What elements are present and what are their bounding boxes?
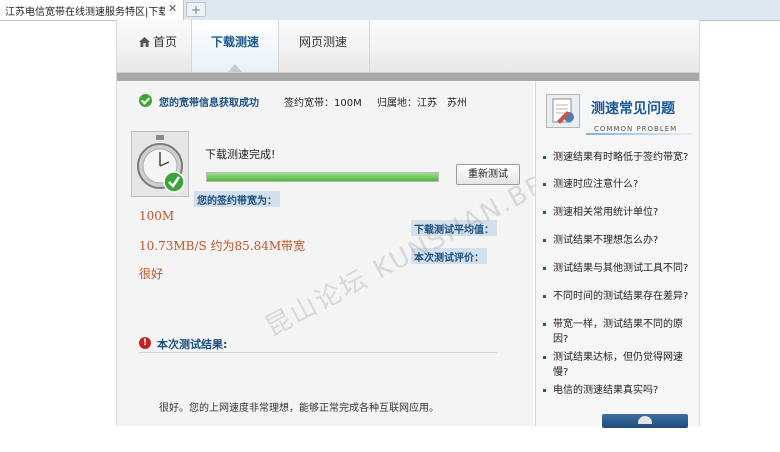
browser-tab-title: 江苏电信宽带在线测速服务特区|下载 <box>5 7 165 18</box>
close-icon[interactable]: ✕ <box>168 2 177 15</box>
speedtest-page: 首页 下载测速 网页测速 您的宽带信息获取成功 签约宽带：100M 归属地：江苏… <box>116 20 700 428</box>
browser-tab[interactable]: 江苏电信宽带在线测速服务特区|下载 ✕ <box>0 0 184 20</box>
faq-title: 测速常见问题 <box>591 101 675 117</box>
faq-sidebar: 测速常见问题 COMMON PROBLEM 测速结果有时略低于签约带宽? 测速时… <box>535 81 699 428</box>
retest-button[interactable]: 重新测试 <box>456 164 520 185</box>
nav-home-label: 首页 <box>152 35 177 49</box>
download-average-value: 10.73MB/S 约为85.84M带宽 <box>139 239 306 253</box>
progress-fill <box>207 173 438 181</box>
faq-item[interactable]: 测试结果达标，但仍觉得网速慢? <box>543 350 693 380</box>
faq-item[interactable]: 测速时应注意什么? <box>543 177 693 192</box>
nav-home[interactable]: 首页 <box>125 20 191 72</box>
test-evaluation-label: 本次测试评价： <box>411 248 487 264</box>
faq-item[interactable]: 测试结果与其他测试工具不同? <box>543 261 693 276</box>
faq-more-button[interactable] <box>602 414 688 428</box>
nav-download-test-label: 下载测速 <box>210 35 259 49</box>
top-navbar: 首页 下载测速 网页测速 <box>117 20 699 73</box>
bullet-icon <box>543 211 546 214</box>
test-evaluation-value: 很好 <box>139 267 164 281</box>
faq-subtitle: COMMON PROBLEM <box>594 125 678 133</box>
faq-item[interactable]: 不同时间的测试结果存在差异? <box>543 289 693 304</box>
home-icon <box>138 37 150 47</box>
bullet-icon <box>543 323 546 326</box>
bullet-icon <box>543 267 546 270</box>
result-text: 很好。您的上网速度非常理想，能够正常完成各种互联网应用。 <box>159 403 439 414</box>
alert-icon: ! <box>139 337 151 349</box>
contract-bandwidth-label: 您的签约带宽为： <box>194 191 280 207</box>
stopwatch-icon <box>131 131 189 197</box>
download-average-label: 下载测试平均值： <box>411 220 497 236</box>
result-divider <box>139 352 497 353</box>
faq-item[interactable]: 电信的测速结果真实吗? <box>543 383 693 398</box>
bullet-icon <box>543 239 546 242</box>
faq-document-icon <box>546 94 580 128</box>
new-tab-button[interactable]: + <box>186 2 206 17</box>
faq-title-underline <box>586 133 692 135</box>
location: 归属地：江苏 苏州 <box>377 98 467 109</box>
faq-item[interactable]: 测试结果不理想怎么办? <box>543 233 693 248</box>
nav-download-test[interactable]: 下载测速 <box>191 20 279 72</box>
bullet-icon <box>543 156 546 159</box>
active-tab-indicator <box>228 64 242 72</box>
info-title: 您的宽带信息获取成功 <box>159 98 259 109</box>
contract-bandwidth-value: 100M <box>139 209 175 223</box>
nav-web-test-label: 网页测速 <box>298 35 347 49</box>
bullet-icon <box>543 183 546 186</box>
bullet-icon <box>543 389 546 392</box>
bullet-icon <box>543 295 546 298</box>
test-complete-title: 下载测速完成! <box>205 148 276 161</box>
nav-divider-bar <box>117 73 699 81</box>
plus-icon: + <box>190 3 202 17</box>
check-icon <box>139 94 152 107</box>
bullet-icon <box>543 356 546 359</box>
nav-web-test[interactable]: 网页测速 <box>277 20 370 72</box>
faq-item[interactable]: 测速结果有时略低于签约带宽? <box>543 150 693 165</box>
result-title: 本次测试结果: <box>157 338 228 351</box>
test-panel: 您的宽带信息获取成功 签约宽带：100M 归属地：江苏 苏州 下载测速完成! 重… <box>117 81 568 426</box>
faq-item[interactable]: 带宽一样，测试结果不同的原因? <box>543 317 693 347</box>
browser-tab-strip: 江苏电信宽带在线测速服务特区|下载 ✕ + <box>0 0 780 21</box>
faq-item[interactable]: 测速相关常用统计单位? <box>543 205 693 220</box>
more-icon <box>638 416 652 424</box>
contract-bandwidth: 签约宽带：100M <box>284 98 362 109</box>
test-progress-bar <box>206 172 439 182</box>
